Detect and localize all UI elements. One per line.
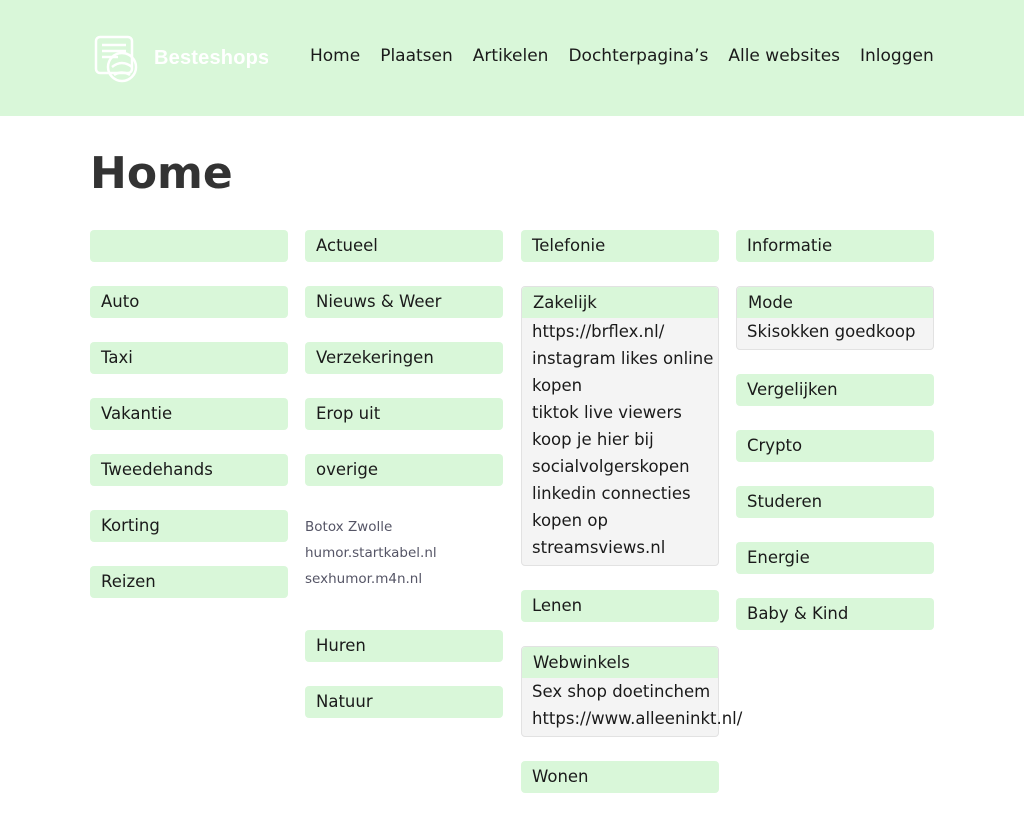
nav-dochterpaginas[interactable]: Dochterpagina’s bbox=[568, 46, 708, 66]
link-botox-zwolle[interactable]: Botox Zwolle bbox=[305, 514, 503, 540]
link-instagram-likes[interactable]: instagram likes online bbox=[522, 345, 718, 372]
category-taxi[interactable]: Taxi bbox=[90, 342, 288, 374]
webwinkels-links: Sex shop doetinchem https://www.alleenin… bbox=[522, 678, 742, 736]
link-sexhumor-m4n[interactable]: sexhumor.m4n.nl bbox=[305, 566, 503, 592]
link-linkedin-connecties[interactable]: linkedin connecties bbox=[522, 480, 718, 507]
link-humor-startkabel[interactable]: humor.startkabel.nl bbox=[305, 540, 503, 566]
category-korting[interactable]: Korting bbox=[90, 510, 288, 542]
category-mode[interactable]: Mode bbox=[737, 287, 933, 318]
link-tiktok-viewers-cont[interactable]: koop je hier bij bbox=[522, 426, 718, 453]
category-vakantie[interactable]: Vakantie bbox=[90, 398, 288, 430]
overige-links: Botox Zwolle humor.startkabel.nl sexhumo… bbox=[305, 514, 503, 592]
zakelijk-links: https://brflex.nl/ instagram likes onlin… bbox=[522, 318, 718, 565]
category-baby-kind[interactable]: Baby & Kind bbox=[736, 598, 934, 630]
category-zakelijk[interactable]: Zakelijk bbox=[522, 287, 718, 318]
logo-text: Besteshops : bbox=[154, 46, 268, 69]
nav-inloggen[interactable]: Inloggen bbox=[860, 46, 934, 66]
link-socialvolgerskopen[interactable]: socialvolgerskopen bbox=[522, 453, 718, 480]
category-tweedehands[interactable]: Tweedehands bbox=[90, 454, 288, 486]
category-natuur[interactable]: Natuur bbox=[305, 686, 503, 718]
category-webwinkels[interactable]: Webwinkels bbox=[522, 647, 718, 678]
link-streamsviews[interactable]: streamsviews.nl bbox=[522, 534, 718, 561]
nav-home[interactable]: Home bbox=[310, 46, 360, 66]
category-lenen[interactable]: Lenen bbox=[521, 590, 719, 622]
shop-logo-icon bbox=[94, 35, 138, 83]
nav-artikelen[interactable]: Artikelen bbox=[473, 46, 549, 66]
site-logo[interactable]: Besteshops : bbox=[92, 32, 268, 84]
category-verzekeringen[interactable]: Verzekeringen bbox=[305, 342, 503, 374]
nav-alle-websites[interactable]: Alle websites bbox=[728, 46, 840, 66]
mode-links: Skisokken goedkoop bbox=[737, 318, 933, 349]
main-nav: Home Plaatsen Artikelen Dochterpagina’s … bbox=[310, 46, 934, 66]
page-title: Home bbox=[90, 148, 233, 199]
link-instagram-likes-cont[interactable]: kopen bbox=[522, 372, 718, 399]
category-crypto[interactable]: Crypto bbox=[736, 430, 934, 462]
category-nieuws-weer[interactable]: Nieuws & Weer bbox=[305, 286, 503, 318]
category-column-1: Auto Taxi Vakantie Tweedehands Korting R… bbox=[90, 230, 288, 622]
card-zakelijk: Zakelijk https://brflex.nl/ instagram li… bbox=[521, 286, 719, 566]
link-sex-shop-doetinchem[interactable]: Sex shop doetinchem bbox=[522, 678, 718, 705]
category-actueel[interactable]: Actueel bbox=[305, 230, 503, 262]
category-overige[interactable]: overige bbox=[305, 454, 503, 486]
category-vergelijken[interactable]: Vergelijken bbox=[736, 374, 934, 406]
link-tiktok-viewers[interactable]: tiktok live viewers bbox=[522, 399, 718, 426]
category-studeren[interactable]: Studeren bbox=[736, 486, 934, 518]
category-wonen[interactable]: Wonen bbox=[521, 761, 719, 793]
category-telefonie[interactable]: Telefonie bbox=[521, 230, 719, 262]
nav-plaatsen[interactable]: Plaatsen bbox=[380, 46, 453, 66]
category-reizen[interactable]: Reizen bbox=[90, 566, 288, 598]
link-brflex[interactable]: https://brflex.nl/ bbox=[522, 318, 718, 345]
category-column-2: Actueel Nieuws & Weer Verzekeringen Erop… bbox=[305, 230, 503, 742]
site-header: Besteshops : Home Plaatsen Artikelen Doc… bbox=[0, 0, 1024, 116]
link-alleeninkt[interactable]: https://www.alleeninkt.nl/ bbox=[522, 705, 742, 732]
card-webwinkels: Webwinkels Sex shop doetinchem https://w… bbox=[521, 646, 742, 737]
category-informatie[interactable]: Informatie bbox=[736, 230, 934, 262]
category-column-4: Informatie Mode Skisokken goedkoop Verge… bbox=[736, 230, 934, 654]
category-energie[interactable]: Energie bbox=[736, 542, 934, 574]
category-column-3: Telefonie Zakelijk https://brflex.nl/ in… bbox=[521, 230, 742, 817]
card-mode: Mode Skisokken goedkoop bbox=[736, 286, 934, 350]
link-skisokken-goedkoop[interactable]: Skisokken goedkoop bbox=[737, 318, 933, 345]
link-linkedin-connecties-cont[interactable]: kopen op bbox=[522, 507, 718, 534]
category-empty[interactable] bbox=[90, 230, 288, 262]
category-erop-uit[interactable]: Erop uit bbox=[305, 398, 503, 430]
category-auto[interactable]: Auto bbox=[90, 286, 288, 318]
category-huren[interactable]: Huren bbox=[305, 630, 503, 662]
